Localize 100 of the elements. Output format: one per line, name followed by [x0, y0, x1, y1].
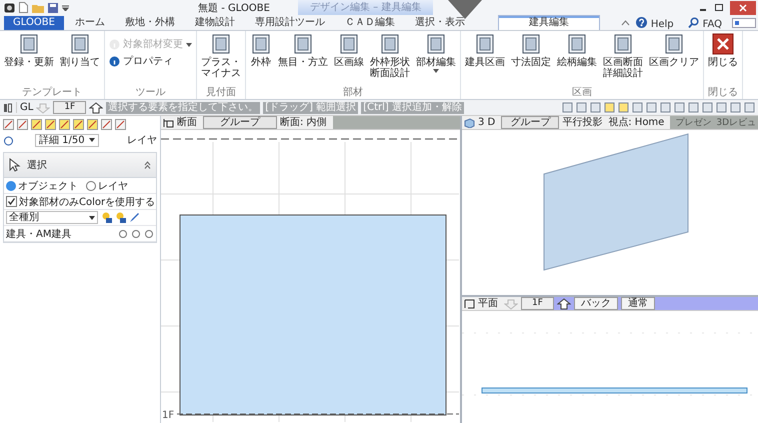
radio-option[interactable]: オブジェクト	[6, 178, 78, 192]
toolbar-icon[interactable]	[632, 102, 643, 113]
toolbar-icon[interactable]	[576, 102, 587, 113]
new-document-icon[interactable]	[19, 2, 28, 13]
drawing-tool-icon[interactable]	[31, 118, 42, 130]
door-panel-shape[interactable]	[180, 214, 446, 416]
drawing-tool-icon[interactable]	[87, 118, 98, 130]
floor-up-icon[interactable]	[556, 298, 571, 310]
help-link[interactable]: FAQ	[702, 19, 722, 30]
window-title: 無題 - GLOOBE	[197, 2, 271, 14]
toolbar-icon[interactable]	[604, 102, 615, 113]
status-message: [ドラッグ] 範囲選択	[263, 102, 358, 114]
layer-button[interactable]: レイヤ	[127, 133, 157, 147]
scale-dropdown[interactable]: 詳細 1/50	[35, 134, 99, 146]
ribbon-button[interactable]: 区画クリア	[647, 33, 701, 87]
toolbar-icon[interactable]	[618, 102, 629, 113]
floor-field[interactable]: 1F	[521, 297, 554, 310]
ribbon-button[interactable]: 無目・方立	[276, 33, 330, 87]
ribbon-tab[interactable]: 専用設計ツール	[246, 16, 334, 30]
toggle-circle-icon[interactable]	[131, 228, 141, 238]
view-direction: 断面: 内側	[280, 116, 327, 128]
floor-field[interactable]: 1F	[53, 101, 86, 114]
ribbon-tab[interactable]: 敷地・外構	[116, 16, 184, 30]
toolbar-icon[interactable]	[716, 102, 727, 113]
ribbon-button[interactable]: 外枠形状断面設計	[368, 33, 412, 87]
color-checkbox[interactable]: 対象部材のみColorを使用する	[6, 194, 156, 208]
caret-icon	[186, 43, 192, 47]
snap-icon[interactable]	[3, 134, 14, 146]
toggle-circle-icon[interactable]	[144, 228, 154, 238]
drawing-tool-icon[interactable]	[17, 118, 28, 130]
toolbar-icon[interactable]	[688, 102, 699, 113]
toggle-circle-icon[interactable]	[118, 228, 128, 238]
back-button[interactable]: バック	[574, 297, 618, 310]
ribbon-button[interactable]: 部材編集	[414, 33, 458, 87]
toolbar-icon[interactable]	[730, 102, 741, 113]
ribbon-button[interactable]: 外枠	[248, 33, 274, 87]
ribbon-button[interactable]: 区画断面詳細設計	[601, 33, 645, 87]
collapse-ribbon-icon[interactable]	[620, 19, 630, 26]
drawing-tool-icon[interactable]	[115, 118, 126, 130]
help-link[interactable]: Help	[650, 19, 674, 30]
radio-option[interactable]: レイヤ	[86, 178, 128, 192]
ribbon-group-label: 部材	[342, 87, 364, 99]
frame-icon	[69, 33, 91, 55]
group-button[interactable]: グループ	[501, 116, 560, 129]
ribbon-button[interactable]: 閉じる	[706, 33, 740, 87]
toolbar-icon[interactable]	[744, 102, 755, 113]
drawing-tool-icon[interactable]	[45, 118, 56, 130]
ribbon-button[interactable]: 絵柄編集	[555, 33, 599, 87]
panel-toggle-icon[interactable]	[3, 102, 13, 112]
search-field[interactable]	[732, 18, 756, 28]
maximize-icon[interactable]	[714, 2, 724, 12]
toolbar-icon[interactable]	[590, 102, 601, 113]
frame-icon	[250, 33, 272, 55]
pointer-icon	[9, 158, 21, 172]
toolbar-icon[interactable]	[674, 102, 685, 113]
toolbar-icon[interactable]	[646, 102, 657, 113]
ribbon-button[interactable]: 登録・更新	[2, 33, 56, 87]
filter-dropdown[interactable]: 全種別	[6, 211, 98, 224]
drawing-tool-icon[interactable]	[73, 118, 84, 130]
ribbon-button[interactable]: 建具区画	[463, 33, 507, 87]
ribbon-tab[interactable]: 建具編集	[498, 15, 600, 30]
frame-icon	[338, 33, 360, 55]
mode-button[interactable]: 通常	[620, 297, 655, 310]
collapse-icon[interactable]	[144, 161, 151, 169]
drawing-tool-icon[interactable]	[101, 118, 112, 130]
toolbar-icon[interactable]	[660, 102, 671, 113]
ribbon-button[interactable]: プラス・マイナス	[199, 33, 243, 87]
application-menu-tab[interactable]: GLOOBE	[4, 16, 64, 30]
level-label: GL	[16, 102, 34, 113]
save-icon[interactable]	[48, 2, 58, 12]
status-message: [Ctrl] 選択追加・解除	[361, 102, 464, 114]
bulb-icon[interactable]	[101, 212, 112, 223]
view-button[interactable]: 3Dレビュ	[716, 116, 756, 129]
dropdown-caret-icon[interactable]	[62, 4, 69, 10]
door-plan-shape[interactable]	[482, 388, 748, 394]
ribbon-tab[interactable]: 選択・表示	[406, 16, 474, 30]
ribbon-group-label: ツール	[134, 87, 166, 99]
ribbon-tab[interactable]: ホーム	[66, 16, 114, 30]
toolbar-icon[interactable]	[702, 102, 713, 113]
checkmark-icon	[7, 197, 16, 206]
ribbon-button[interactable]: 寸法固定	[509, 33, 553, 87]
floor-up-icon[interactable]	[89, 102, 104, 114]
ribbon-group-label: テンプレート	[21, 87, 83, 99]
ribbon-group-label: 見付面	[205, 87, 237, 99]
drawing-tool-icon[interactable]	[3, 118, 14, 130]
group-button[interactable]: グループ	[203, 116, 277, 129]
pen-icon[interactable]	[129, 212, 139, 223]
close-icon[interactable]	[730, 0, 756, 14]
ribbon-button[interactable]: プロパティ	[107, 56, 194, 67]
ribbon-button[interactable]: 区画線	[332, 33, 366, 87]
toolbar-icon[interactable]	[562, 102, 573, 113]
ribbon-tab[interactable]: 建物設計	[186, 16, 244, 30]
ribbon-tab[interactable]: ＣＡＤ編集	[336, 16, 404, 30]
app-icon[interactable]	[4, 2, 15, 12]
view-button[interactable]: プレゼン	[675, 116, 712, 129]
drawing-tool-icon[interactable]	[59, 118, 70, 130]
category-label: 建具・AM建具	[6, 228, 72, 240]
ribbon-button[interactable]: 割り当て	[58, 33, 102, 87]
caret-icon	[89, 216, 95, 220]
bulb-icon[interactable]	[115, 212, 126, 223]
